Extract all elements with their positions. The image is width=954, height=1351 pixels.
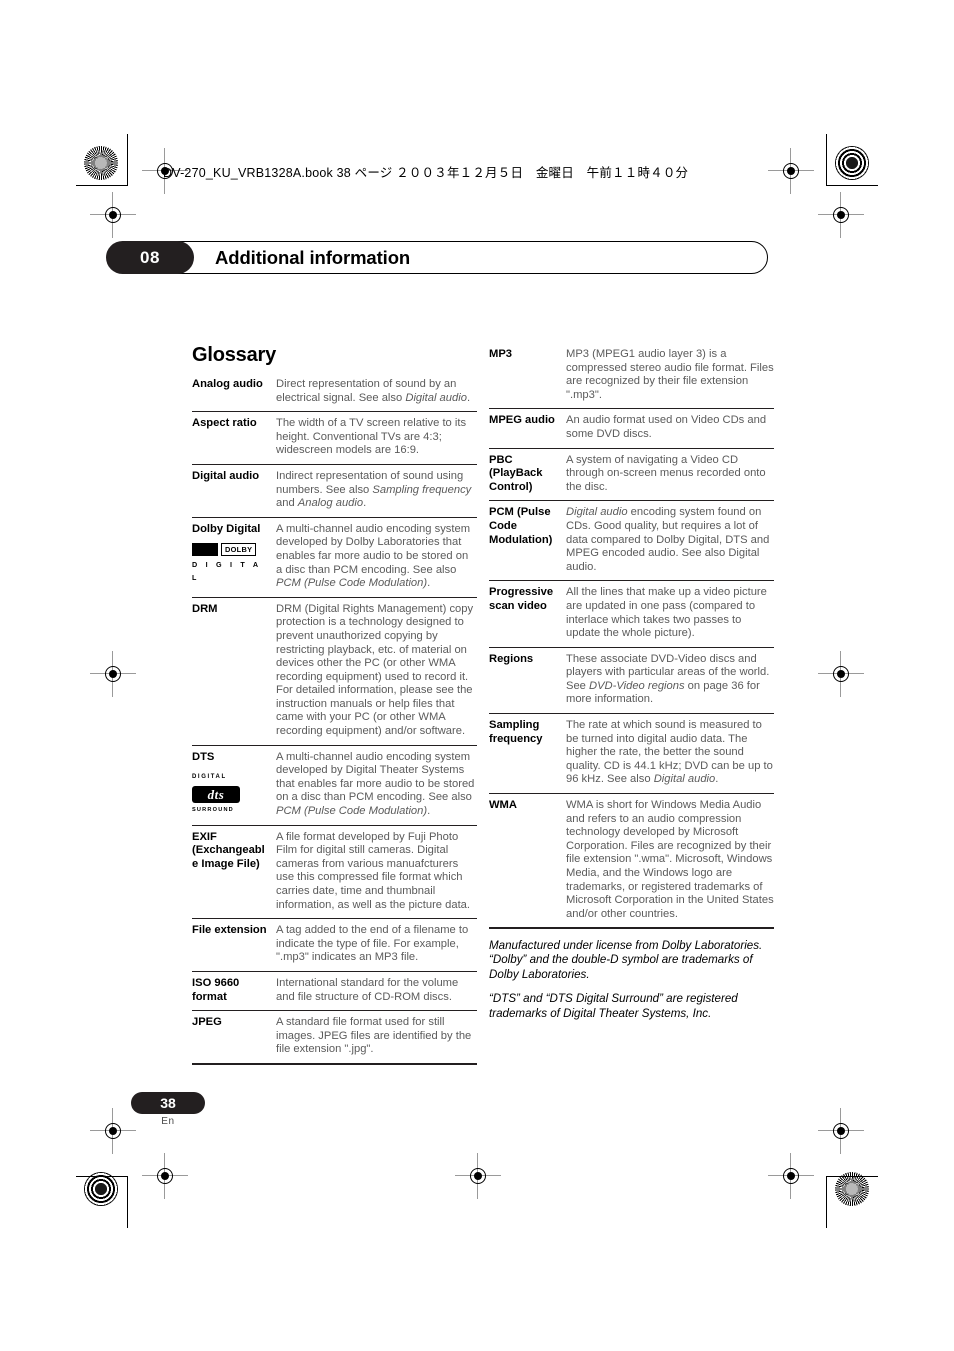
page-language-code: En <box>161 1116 175 1127</box>
chapter-number-badge: 08 <box>106 241 194 274</box>
registration-crosshair-upper-right <box>818 192 864 238</box>
glossary-entry: Dolby Digital DOLBY D I G I T A LA multi-c… <box>192 516 477 597</box>
dolby-digital-logo: DOLBY D I G I T A L <box>192 543 262 585</box>
glossary-entry: Regions These associate DVD-Video discs a… <box>489 646 774 713</box>
glossary-term: JPEG <box>192 1016 222 1029</box>
crop-mark-top-left-vertical <box>127 134 129 186</box>
glossary-entry: WMA WMA is short for Windows Media Audio … <box>489 793 774 930</box>
glossary-entry: Analog audio Direct representation of sou… <box>192 378 477 411</box>
glossary-entry: PCM (Pulse Code Modulation) Digital audio… <box>489 500 774 580</box>
glossary-term: Regions <box>489 652 534 665</box>
registration-crosshair-mid-left <box>90 651 136 697</box>
page-footer: 38 En <box>123 1092 213 1127</box>
crop-mark-top-right-horizontal <box>826 185 878 187</box>
glossary-term: ISO 9660 format <box>192 976 240 1003</box>
crop-mark-bottom-left-vertical <box>127 1176 129 1228</box>
rosette-mark-top-left <box>84 146 118 180</box>
registration-crosshair-bottom-left <box>142 1153 188 1199</box>
glossary-definition: A file format developed by Fuji Photo Fi… <box>276 830 471 911</box>
glossary-definition: Direct representation of sound by an ele… <box>276 378 471 404</box>
glossary-term: Dolby Digital DOLBY D I G I T A L <box>192 523 276 591</box>
glossary-term: PBC (PlayBack Control) <box>489 453 543 493</box>
glossary-definition: A tag added to the end of a filename to … <box>276 924 469 964</box>
glossary-entry: Aspect ratio The width of a TV screen rel… <box>192 411 477 464</box>
glossary-term: Digital audio <box>192 469 260 482</box>
registration-crosshair-bottom-right <box>768 1153 814 1199</box>
glossary-column-left: Analog audio Direct representation of sou… <box>192 378 477 1065</box>
glossary-column-right: MP3 MP3 (MPEG1 audio layer 3) is a compre… <box>489 348 774 930</box>
glossary-definition: A system of navigating a Video CD throug… <box>566 453 766 493</box>
glossary-entry: EXIF (Exchangeabl e Image File) A file fo… <box>192 824 477 919</box>
glossary-term: Aspect ratio <box>192 417 257 430</box>
chapter-title: Additional information <box>215 246 411 268</box>
registration-crosshair-lower-right <box>818 1108 864 1154</box>
glossary-definition: A standard file format used for still im… <box>276 1016 472 1056</box>
crop-mark-bottom-left-horizontal <box>76 1176 128 1178</box>
trademark-notice: Manufactured under license from Dolby La… <box>489 939 763 981</box>
chapter-header: 08 Additional information <box>106 241 768 274</box>
dts-digital-surround-logo: DIGITAL dts SURROUND <box>192 771 248 817</box>
glossary-term: DTS DIGITAL dts SURROUND <box>192 751 276 819</box>
glossary-definition: The width of a TV screen relative to its… <box>276 417 467 457</box>
dolby-wordmark: DOLBY <box>221 543 257 557</box>
glossary-definition: WMA is short for Windows Media Audio and… <box>566 799 774 920</box>
glossary-definition: A multi-channel audio encoding system de… <box>276 750 475 818</box>
glossary-term: WMA <box>489 799 517 812</box>
registration-crosshair-top-right <box>768 148 814 194</box>
registration-crosshair-bottom-center <box>455 1153 501 1199</box>
glossary-term: File extension <box>192 924 267 937</box>
glossary-definition: DRM (Digital Rights Management) copy pro… <box>276 602 474 738</box>
glossary-definition: All the lines that make up a video pictu… <box>566 586 767 640</box>
crop-mark-top-left-horizontal <box>76 185 128 187</box>
dts-bottom-label: SURROUND <box>192 806 234 813</box>
glossary-term: DRM <box>192 602 218 615</box>
glossary-term: MPEG audio <box>489 414 555 427</box>
dolby-digital-subtitle: D I G I T A L <box>192 559 262 583</box>
glossary-entry: Sampling frequency The rate at which soun… <box>489 713 774 793</box>
glossary-entry: MPEG audio An audio format used on Video … <box>489 408 774 447</box>
double-d-symbol-icon <box>192 543 218 557</box>
crop-mark-bottom-right-horizontal <box>826 1176 878 1178</box>
glossary-entry: JPEG A standard file format used for stil… <box>192 1010 477 1065</box>
dts-wordmark: dts <box>192 785 240 803</box>
glossary-definition: A multi-channel audio encoding system de… <box>276 522 471 590</box>
glossary-definition: International standard for the volume an… <box>276 976 459 1003</box>
rosette-mark-top-right <box>835 146 869 180</box>
glossary-entry: File extension A tag added to the end of … <box>192 918 477 971</box>
glossary-entry: Digital audio Indirect representation of … <box>192 463 477 517</box>
page-title: Glossary <box>192 344 277 366</box>
dts-top-label: DIGITAL <box>192 774 227 781</box>
registration-crosshair-upper-left <box>90 192 136 238</box>
trademark-notice: “DTS” and “DTS Digital Surround” are reg… <box>489 992 738 1020</box>
glossary-definition: Indirect representation of sound using n… <box>276 469 472 510</box>
glossary-definition: Digital audio encoding system found on C… <box>566 506 770 573</box>
crop-mark-top-right-vertical <box>826 134 828 186</box>
glossary-definition: The rate at which sound is measured to b… <box>566 719 773 786</box>
glossary-term: Sampling frequency <box>489 719 543 745</box>
glossary-term: Progressive scan video <box>489 586 554 612</box>
glossary-term: PCM (Pulse Code Modulation) <box>489 506 553 546</box>
glossary-definition: An audio format used on Video CDs and so… <box>566 414 767 440</box>
glossary-term: MP3 <box>489 348 513 360</box>
glossary-entry: Progressive scan video All the lines that… <box>489 580 774 646</box>
glossary-term: Analog audio <box>192 378 263 390</box>
glossary-definition: MP3 (MPEG1 audio layer 3) is a compresse… <box>566 348 774 401</box>
glossary-term: EXIF (Exchangeabl e Image File) <box>192 830 265 870</box>
glossary-definition: These associate DVD-Video discs and play… <box>566 652 770 706</box>
glossary-entry: MP3 MP3 (MPEG1 audio layer 3) is a compre… <box>489 348 774 408</box>
glossary-entry: ISO 9660 format International standard fo… <box>192 970 477 1010</box>
glossary-entry: DTS DIGITAL dts SURROUND A multi-channel aud… <box>192 744 477 825</box>
registration-crosshair-mid-right <box>818 651 864 697</box>
print-header-book-line: DV-270_KU_VRB1328A.book 38 ページ ２００３年１２月５… <box>163 166 689 180</box>
trademark-notices: Manufactured under license from Dolby La… <box>489 939 774 1031</box>
crop-mark-bottom-right-vertical <box>826 1176 828 1228</box>
page-number-badge: 38 <box>131 1092 205 1114</box>
glossary-entry: PBC (PlayBack Control) A system of naviga… <box>489 447 774 501</box>
glossary-entry: DRM DRM (Digital Rights Management) copy … <box>192 596 477 745</box>
